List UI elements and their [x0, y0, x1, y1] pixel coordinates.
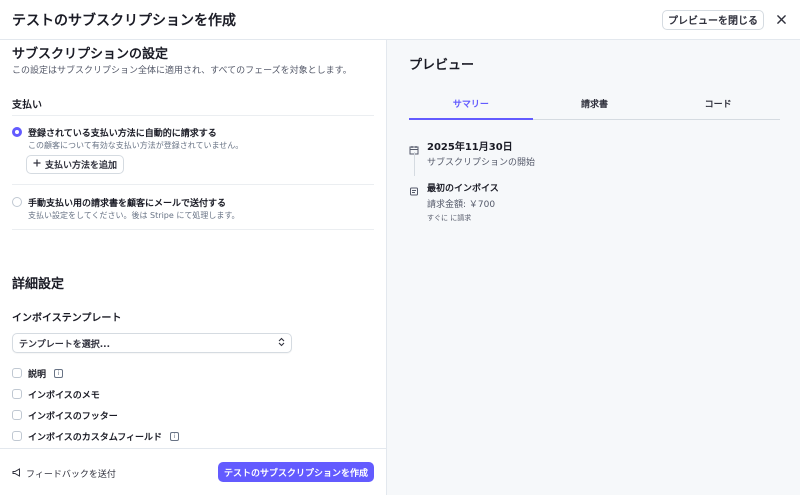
timeline-first-invoice-title: 最初のインボイス	[427, 184, 499, 194]
advanced-settings-heading: 詳細設定	[12, 277, 65, 292]
invoice-footer-checkbox[interactable]	[12, 410, 22, 420]
preview-panel: プレビュー サマリー 請求書 コード 2025年11月30日 サブスクリプション…	[387, 40, 800, 495]
invoice-memo-checkbox-row[interactable]: インボイスのメモ	[12, 388, 100, 401]
description-checkbox-row[interactable]: 説明 i	[12, 367, 64, 380]
preview-heading: プレビュー	[409, 58, 475, 73]
plus-icon	[33, 159, 41, 170]
invoice-memo-checkbox[interactable]	[12, 389, 22, 399]
add-payment-method-label: 支払い方法を追加	[45, 161, 118, 171]
calendar-icon	[409, 140, 419, 155]
invoice-memo-checkbox-label[interactable]: インボイスのメモ	[28, 388, 100, 401]
modal-header: テストのサブスクリプションを作成 プレビューを閉じる	[0, 0, 800, 40]
tab-code[interactable]: コード	[656, 92, 780, 119]
description-checkbox-label[interactable]: 説明	[28, 367, 46, 380]
close-preview-button[interactable]: プレビューを閉じる	[662, 9, 764, 30]
info-icon[interactable]: i	[54, 368, 64, 378]
info-icon[interactable]: i	[170, 431, 180, 441]
megaphone-icon	[12, 467, 22, 480]
divider	[12, 184, 374, 185]
invoice-footer-checkbox-row[interactable]: インボイスのフッター	[12, 409, 118, 422]
modal-footer: フィードバックを送付 テストのサブスクリプションを作成	[0, 448, 386, 495]
close-icon[interactable]	[774, 13, 788, 27]
invoice-template-heading: インボイステンプレート	[12, 313, 122, 324]
tab-invoice[interactable]: 請求書	[533, 92, 657, 119]
settings-scroll-area[interactable]: サブスクリプションの設定 この設定はサブスクリプション全体に適用され、すべてのフ…	[0, 40, 386, 448]
invoice-template-select[interactable]: テンプレートを選択...	[12, 333, 292, 353]
timeline-start-label: サブスクリプションの開始	[427, 158, 536, 168]
send-invoice-radio[interactable]	[12, 197, 22, 207]
invoice-icon	[409, 182, 419, 196]
chevron-updown-icon	[278, 337, 285, 350]
subscription-settings-heading: サブスクリプションの設定	[12, 47, 169, 62]
auto-charge-option-title[interactable]: 登録されている支払い方法に自動的に請求する	[28, 126, 217, 139]
timeline-connector	[414, 152, 415, 176]
timeline-start-date: 2025年11月30日	[427, 142, 513, 153]
modal-title: テストのサブスクリプションを作成	[12, 12, 236, 29]
divider	[12, 115, 374, 116]
send-invoice-option-title[interactable]: 手動支払い用の請求書を顧客にメールで送付する	[28, 196, 226, 209]
custom-fields-checkbox-row[interactable]: インボイスのカスタムフィールド i	[12, 430, 180, 443]
preview-tabs: サマリー 請求書 コード	[409, 92, 780, 120]
invoice-footer-checkbox-label[interactable]: インボイスのフッター	[28, 409, 118, 422]
divider	[12, 229, 374, 230]
send-feedback-link[interactable]: フィードバックを送付	[12, 467, 116, 480]
timeline-first-invoice-note: すぐに に請求	[427, 214, 472, 222]
send-invoice-option-subtitle: 支払い設定をしてください。後は Stripe にて処理します。	[28, 211, 240, 220]
tab-summary[interactable]: サマリー	[409, 92, 533, 120]
auto-charge-option-subtitle: この顧客について有効な支払い方法が登録されていません。	[28, 141, 244, 150]
custom-fields-checkbox[interactable]	[12, 431, 22, 441]
send-feedback-label: フィードバックを送付	[26, 470, 116, 480]
create-test-subscription-button[interactable]: テストのサブスクリプションを作成	[217, 462, 374, 482]
custom-fields-checkbox-label[interactable]: インボイスのカスタムフィールド	[28, 430, 162, 443]
settings-panel: サブスクリプションの設定 この設定はサブスクリプション全体に適用され、すべてのフ…	[0, 40, 387, 495]
add-payment-method-button[interactable]: 支払い方法を追加	[26, 155, 125, 174]
subscription-settings-description: この設定はサブスクリプション全体に適用され、すべてのフェーズを対象とします。	[12, 66, 352, 76]
timeline-first-invoice-amount: 請求金額: ￥700	[427, 200, 496, 210]
invoice-template-select-value: テンプレートを選択...	[19, 339, 110, 350]
description-checkbox[interactable]	[12, 368, 22, 378]
auto-charge-radio[interactable]	[12, 127, 22, 137]
payment-heading: 支払い	[12, 100, 42, 111]
